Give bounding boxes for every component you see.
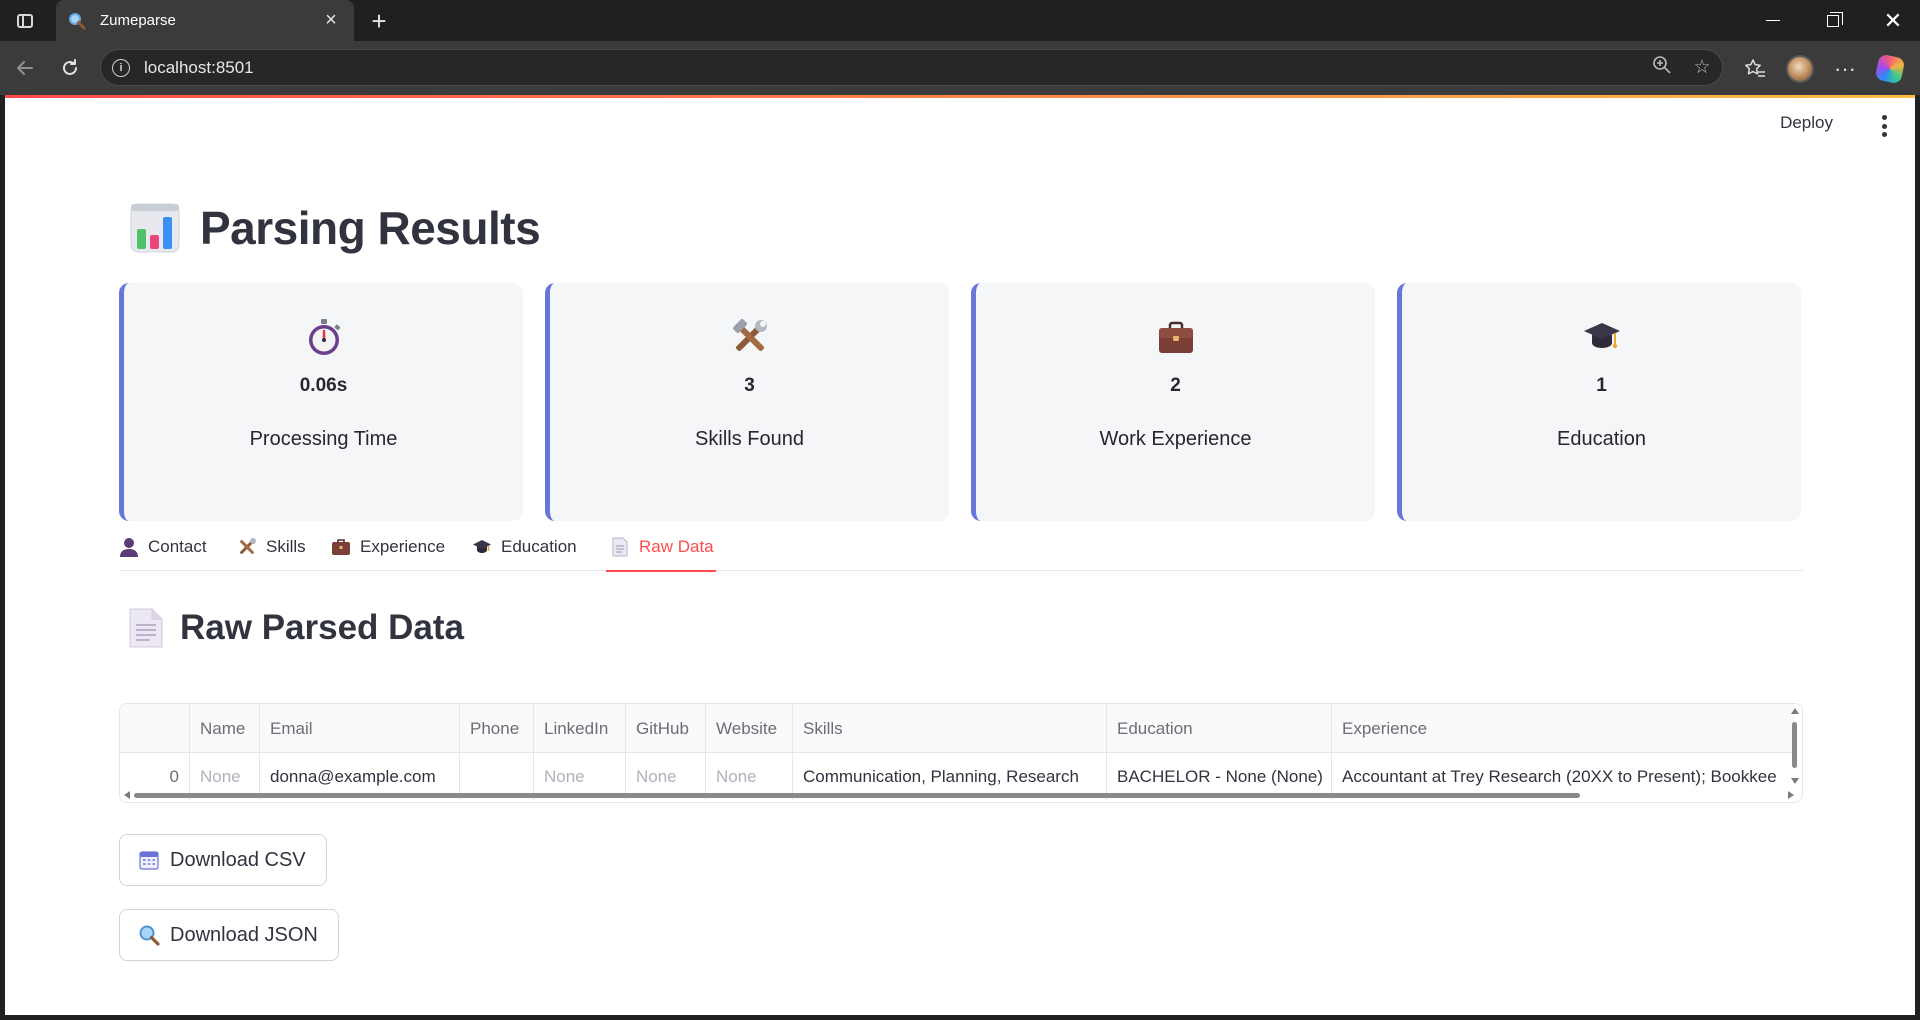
stopwatch-icon <box>308 319 340 355</box>
column-website: Website None <box>706 704 793 800</box>
magnifier-favicon-icon <box>68 12 86 30</box>
tab-contact[interactable]: Contact <box>119 522 207 571</box>
back-arrow-icon[interactable] <box>7 50 43 86</box>
metric-value: 0.06s <box>299 375 348 396</box>
metric-cards: 0.06s Processing Time 3 Skills Found 2 W… <box>119 283 1803 521</box>
restore-window-button[interactable] <box>1805 0 1861 41</box>
bar-chart-icon <box>130 203 180 253</box>
download-csv-label: Download CSV <box>170 848 306 871</box>
magnifier-icon <box>139 925 160 946</box>
vertical-scrollbar[interactable] <box>1791 708 1799 784</box>
metric-value: 2 <box>1170 375 1181 396</box>
deploy-button[interactable]: Deploy <box>1780 113 1833 133</box>
table-grid: 0 Name None Email donna@example.com Phon… <box>120 704 1794 800</box>
column-header[interactable]: Email <box>260 704 459 753</box>
metric-label: Work Experience <box>1099 428 1252 450</box>
page-viewport: Deploy Parsing Results 0.06s Processing … <box>5 95 1915 1015</box>
section-title: Raw Parsed Data <box>180 608 465 647</box>
tab-label: Raw Data <box>639 536 714 556</box>
zoom-icon[interactable] <box>1642 55 1682 81</box>
tab-raw-data[interactable]: Raw Data <box>606 522 716 572</box>
url-text[interactable]: localhost:8501 <box>144 58 1642 78</box>
column-header[interactable]: LinkedIn <box>534 704 625 753</box>
tab-skills[interactable]: Skills <box>237 522 306 571</box>
favorite-star-icon[interactable]: ☆ <box>1682 56 1722 79</box>
metric-label: Education <box>1557 428 1646 450</box>
tab-label: Experience <box>360 536 446 556</box>
profile-avatar[interactable] <box>1784 53 1816 85</box>
graduation-cap-icon <box>472 537 492 557</box>
tools-icon <box>732 319 767 352</box>
download-csv-button[interactable]: Download CSV <box>119 834 327 886</box>
column-header[interactable]: Website <box>706 704 792 753</box>
section-header: Raw Parsed Data <box>128 607 464 649</box>
tab-label: Skills <box>266 536 306 556</box>
tab-close-icon[interactable]: × <box>320 9 342 32</box>
document-icon <box>610 537 630 557</box>
column-skills: Skills Communication, Planning, Research <box>793 704 1107 800</box>
tab-actions-icon[interactable] <box>10 8 40 34</box>
metric-value: 1 <box>1596 375 1607 396</box>
tab-label: Education <box>501 536 577 556</box>
column-experience: Experience Accountant at Trey Research (… <box>1332 704 1794 800</box>
download-json-label: Download JSON <box>170 923 318 946</box>
column-header[interactable]: Education <box>1107 704 1331 753</box>
close-window-button[interactable]: ✕ <box>1865 0 1920 41</box>
browser-tab[interactable]: Zumeparse × <box>56 0 354 41</box>
copilot-icon[interactable] <box>1874 53 1906 85</box>
column-github: GitHub None <box>626 704 706 800</box>
favorites-icon[interactable] <box>1739 53 1771 85</box>
tab-experience[interactable]: Experience <box>331 522 445 571</box>
column-header[interactable]: Experience <box>1332 704 1794 753</box>
page-title: Parsing Results <box>200 202 541 254</box>
column-phone: Phone <box>460 704 534 800</box>
new-tab-icon[interactable]: + <box>364 6 394 36</box>
minimize-window-button[interactable] <box>1745 0 1801 41</box>
column-education: Education BACHELOR - None (None) <box>1107 704 1332 800</box>
main-menu-icon[interactable] <box>1881 115 1887 137</box>
browser-tabstrip: Zumeparse × + ✕ <box>0 0 1920 41</box>
browser-toolbar: i localhost:8501 ☆ ··· <box>0 41 1920 95</box>
column-name: Name None <box>190 704 260 800</box>
metric-label: Skills Found <box>695 428 804 450</box>
more-options-icon[interactable]: ··· <box>1829 53 1861 85</box>
tab-education[interactable]: Education <box>472 522 577 571</box>
reload-icon[interactable] <box>52 50 88 86</box>
column-header[interactable] <box>120 704 189 753</box>
person-icon <box>119 537 139 557</box>
tab-label: Contact <box>148 536 207 556</box>
metric-card-education: 1 Education <box>1397 283 1801 521</box>
site-info-icon[interactable]: i <box>112 58 130 77</box>
download-json-button[interactable]: Download JSON <box>119 909 339 961</box>
column-linkedin: LinkedIn None <box>534 704 626 800</box>
column-header[interactable]: Phone <box>460 704 533 753</box>
tab-title: Zumeparse <box>100 12 176 29</box>
calendar-icon <box>139 851 159 870</box>
column-header[interactable]: Skills <box>793 704 1106 753</box>
graduation-cap-icon <box>1583 323 1620 349</box>
header-decoration <box>5 95 1915 98</box>
result-tabs: Contact Skills Experience Education Raw … <box>119 522 1803 572</box>
page-header: Parsing Results <box>128 201 541 255</box>
metric-card-skills-found: 3 Skills Found <box>545 283 949 521</box>
column-index: 0 <box>120 704 190 800</box>
briefcase-icon <box>331 537 351 557</box>
raw-data-table[interactable]: 0 Name None Email donna@example.com Phon… <box>119 703 1803 803</box>
metric-value: 3 <box>744 375 755 396</box>
metric-card-processing-time: 0.06s Processing Time <box>119 283 523 521</box>
metric-label: Processing Time <box>249 428 398 450</box>
document-icon <box>129 608 163 648</box>
tools-icon <box>237 537 257 557</box>
column-header[interactable]: GitHub <box>626 704 705 753</box>
column-email: Email donna@example.com <box>260 704 460 800</box>
horizontal-scrollbar[interactable] <box>124 790 1794 800</box>
metric-card-work-experience: 2 Work Experience <box>971 283 1375 521</box>
briefcase-icon <box>1158 321 1193 353</box>
column-header[interactable]: Name <box>190 704 259 753</box>
address-bar[interactable]: i localhost:8501 ☆ <box>100 49 1723 86</box>
